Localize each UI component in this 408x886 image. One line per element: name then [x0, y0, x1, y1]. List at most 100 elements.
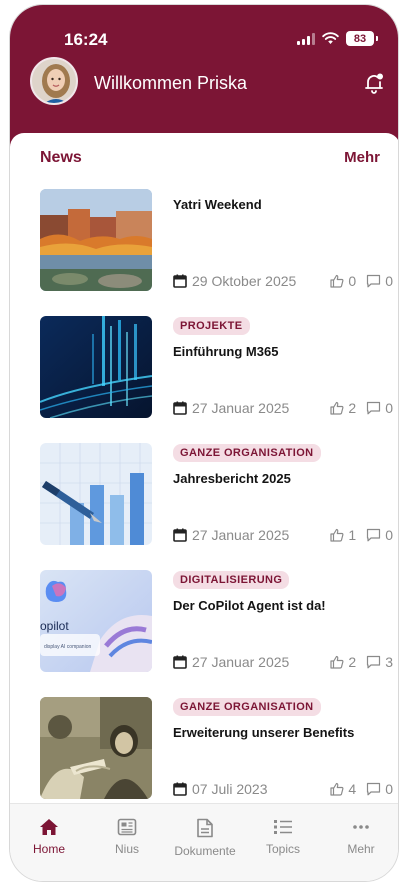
news-item[interactable]: GANZE ORGANISATION Erweiterung unserer B… — [40, 697, 393, 799]
news-item[interactable]: PROJEKTE Einführung M365 27 Januar 2025 … — [40, 316, 393, 418]
tab-label: Home — [32, 842, 65, 856]
news-item-title: Yatri Weekend — [173, 197, 262, 212]
calendar-icon — [173, 274, 187, 288]
calendar-icon — [173, 782, 187, 796]
bell-icon[interactable] — [362, 71, 386, 95]
news-date: 27 Januar 2025 — [173, 527, 289, 543]
status-bar: 16:24 83 — [10, 5, 398, 65]
comment-icon — [367, 401, 381, 415]
tab-label: Dokumente — [174, 844, 236, 858]
comment-count-text: 0 — [385, 781, 393, 797]
like-count[interactable]: 2 — [330, 654, 356, 670]
tab-label: Mehr — [347, 842, 375, 856]
status-icons: 83 — [297, 31, 378, 46]
comment-count[interactable]: 0 — [366, 273, 393, 289]
bottom-tab-bar: Home Nius Dokumente Topics Mehr — [10, 803, 398, 881]
news-item-title: Jahresbericht 2025 — [173, 471, 291, 486]
comment-count-text: 0 — [385, 527, 393, 543]
news-meta: 29 Oktober 2025 0 0 — [173, 273, 393, 289]
battery-indicator: 83 — [346, 31, 374, 46]
tab-dokumente[interactable]: Dokumente — [166, 804, 244, 881]
phone-screen: 16:24 83 Willkommen Priska News Mehr Yat… — [9, 4, 399, 882]
news-more-link[interactable]: Mehr — [344, 149, 380, 167]
like-count-text: 2 — [348, 654, 357, 670]
news-date: 07 Juli 2023 — [173, 781, 268, 797]
thumbs-up-icon — [330, 655, 344, 669]
news-item-title: Einführung M365 — [173, 344, 279, 359]
news-meta: 27 Januar 2025 2 3 — [173, 654, 393, 670]
news-counts: 0 0 — [330, 273, 393, 289]
copilot-thumb-word: opilot — [40, 619, 69, 633]
home-icon — [40, 819, 58, 835]
news-thumbnail — [40, 697, 152, 799]
avatar[interactable] — [30, 57, 78, 105]
news-info: GANZE ORGANISATION Jahresbericht 2025 27… — [173, 443, 393, 545]
calendar-icon — [173, 655, 187, 669]
list-icon — [274, 820, 292, 834]
comment-icon — [367, 655, 381, 669]
category-tag: GANZE ORGANISATION — [173, 444, 321, 462]
comment-count-text: 0 — [385, 273, 393, 289]
like-count-text: 2 — [348, 400, 357, 416]
tab-topics[interactable]: Topics — [244, 804, 322, 881]
tab-nius[interactable]: Nius — [88, 804, 166, 881]
news-item-title: Erweiterung unserer Benefits — [173, 725, 355, 740]
news-panel: News Mehr Yatri Weekend 29 Oktober 2025 … — [10, 133, 398, 813]
category-tag: DIGITALISIERUNG — [173, 571, 290, 589]
tab-home[interactable]: Home — [10, 804, 88, 881]
news-date-text: 27 Januar 2025 — [192, 527, 290, 543]
calendar-icon — [173, 528, 187, 542]
comment-count-text: 3 — [385, 654, 393, 670]
news-date: 29 Oktober 2025 — [173, 273, 296, 289]
comment-count[interactable]: 3 — [366, 654, 393, 670]
news-title: News — [40, 149, 82, 166]
news-meta: 27 Januar 2025 1 0 — [173, 527, 393, 543]
wifi-icon — [322, 32, 339, 44]
news-meta: 27 Januar 2025 2 0 — [173, 400, 393, 416]
news-item[interactable]: Yatri Weekend 29 Oktober 2025 0 0 — [40, 189, 393, 291]
signal-icon — [297, 32, 315, 45]
calendar-icon — [173, 401, 187, 415]
like-count[interactable]: 1 — [330, 527, 356, 543]
comment-count[interactable]: 0 — [366, 781, 393, 797]
news-item-title: Der CoPilot Agent ist da! — [173, 598, 326, 613]
newspaper-icon — [117, 818, 137, 836]
comment-count[interactable]: 0 — [366, 400, 393, 416]
tab-mehr[interactable]: Mehr — [322, 804, 398, 881]
like-count[interactable]: 0 — [330, 273, 356, 289]
news-thumbnail — [40, 316, 152, 418]
battery-tip — [376, 36, 378, 41]
more-icon — [353, 825, 369, 829]
comment-icon — [367, 274, 381, 288]
news-counts: 4 0 — [330, 781, 393, 797]
news-date-text: 27 Januar 2025 — [192, 400, 290, 416]
news-counts: 2 0 — [330, 400, 393, 416]
thumbs-up-icon — [330, 401, 344, 415]
news-thumbnail: opilot display AI companion — [40, 570, 152, 672]
welcome-text: Willkommen Priska — [94, 73, 248, 93]
like-count-text: 0 — [348, 273, 357, 289]
status-time: 16:24 — [64, 30, 108, 49]
category-tag: GANZE ORGANISATION — [173, 698, 321, 716]
thumbs-up-icon — [330, 782, 344, 796]
like-count[interactable]: 4 — [330, 781, 356, 797]
tab-label: Nius — [114, 842, 139, 856]
thumbs-up-icon — [330, 528, 344, 542]
news-date-text: 29 Oktober 2025 — [192, 273, 297, 289]
comment-icon — [367, 528, 381, 542]
news-date-text: 07 Juli 2023 — [192, 781, 268, 797]
news-date-text: 27 Januar 2025 — [192, 654, 290, 670]
news-section-header: News Mehr — [40, 149, 380, 167]
news-counts: 1 0 — [330, 527, 393, 543]
comment-count[interactable]: 0 — [366, 527, 393, 543]
news-item[interactable]: GANZE ORGANISATION Jahresbericht 2025 27… — [40, 443, 393, 545]
news-item[interactable]: opilot display AI companion DIGITALISIER… — [40, 570, 393, 672]
news-info: DIGITALISIERUNG Der CoPilot Agent ist da… — [173, 570, 393, 672]
document-icon — [197, 818, 213, 838]
category-tag: PROJEKTE — [173, 317, 250, 335]
like-count[interactable]: 2 — [330, 400, 356, 416]
thumbs-up-icon — [330, 274, 344, 288]
like-count-text: 1 — [348, 527, 357, 543]
news-thumbnail — [40, 443, 152, 545]
news-meta: 07 Juli 2023 4 0 — [173, 781, 393, 797]
